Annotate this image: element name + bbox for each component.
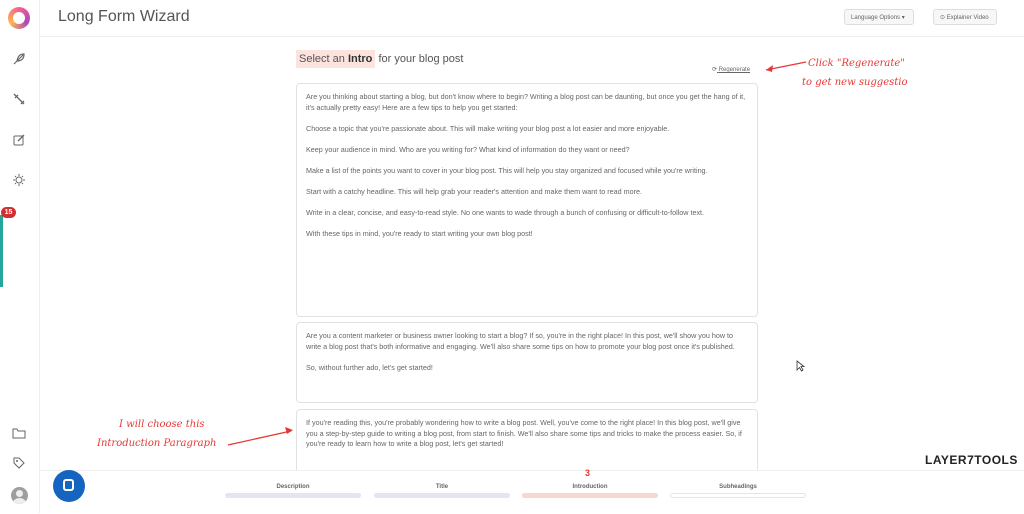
step-description[interactable]: Description: [225, 484, 361, 490]
step-subheadings[interactable]: Subheadings: [670, 484, 806, 490]
step-bar: [374, 493, 510, 498]
step-introduction[interactable]: Introduction: [522, 484, 658, 490]
arrow-head: [285, 427, 293, 434]
chat-icon[interactable]: [53, 470, 85, 502]
annotation-step-number: 3: [585, 468, 591, 478]
step-title[interactable]: Title: [374, 484, 510, 490]
step-bar: [522, 493, 658, 498]
step-bar: [670, 493, 806, 498]
annotation-arrows: [227, 61, 807, 446]
wizard-footer: [40, 470, 1024, 514]
arrow-head: [766, 65, 773, 72]
brand-watermark: LAYER7TOOLS: [925, 453, 1018, 467]
arrow-line: [227, 430, 292, 446]
step-bar: [225, 493, 361, 498]
mouse-cursor: [796, 360, 806, 372]
